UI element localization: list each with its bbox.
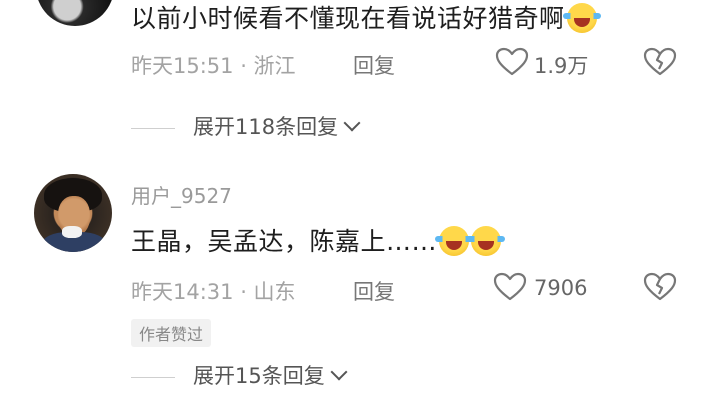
comment-text-row: 王晶，吴孟达，陈嘉上……: [131, 222, 506, 258]
laughing-crying-emoji-icon: [467, 226, 506, 256]
expand-replies-label: 展开118条回复: [193, 115, 339, 139]
reply-button[interactable]: 回复: [353, 50, 395, 80]
username[interactable]: 用户_9527: [131, 180, 232, 209]
chevron-down-icon: [343, 114, 361, 132]
broken-heart-icon[interactable]: [643, 47, 677, 77]
laughing-crying-emoji-icon: [435, 226, 474, 256]
comment-meta: 昨天15:51 · 浙江: [131, 54, 296, 78]
comment-meta: 昨天14:31 · 山东: [131, 280, 296, 304]
reply-button[interactable]: 回复: [353, 276, 395, 306]
chevron-down-icon: [330, 363, 348, 381]
laughing-crying-emoji-icon: [562, 3, 601, 33]
expand-replies-button[interactable]: 展开15条回复: [131, 360, 348, 390]
comment-text-row: 以前小时候看不懂现在看说话好猎奇啊: [131, 0, 601, 35]
like-count: 1.9万: [534, 54, 589, 78]
heart-outline-icon[interactable]: [495, 47, 529, 77]
author-liked-badge: 作者赞过: [131, 319, 212, 347]
expand-replies-button[interactable]: 展开118条回复: [131, 111, 361, 141]
avatar[interactable]: [34, 174, 112, 252]
expand-replies-label: 展开15条回复: [193, 364, 325, 388]
divider: [131, 127, 175, 129]
broken-heart-icon[interactable]: [643, 272, 677, 302]
like-count: 7906: [534, 276, 588, 300]
comment-text: 以前小时候看不懂现在看说话好猎奇啊: [131, 4, 565, 33]
heart-outline-icon[interactable]: [493, 272, 527, 302]
avatar[interactable]: [36, 0, 114, 26]
avatar-hand: [62, 226, 82, 238]
comment-text: 王晶，吴孟达，陈嘉上……: [131, 227, 438, 256]
divider: [131, 376, 175, 378]
